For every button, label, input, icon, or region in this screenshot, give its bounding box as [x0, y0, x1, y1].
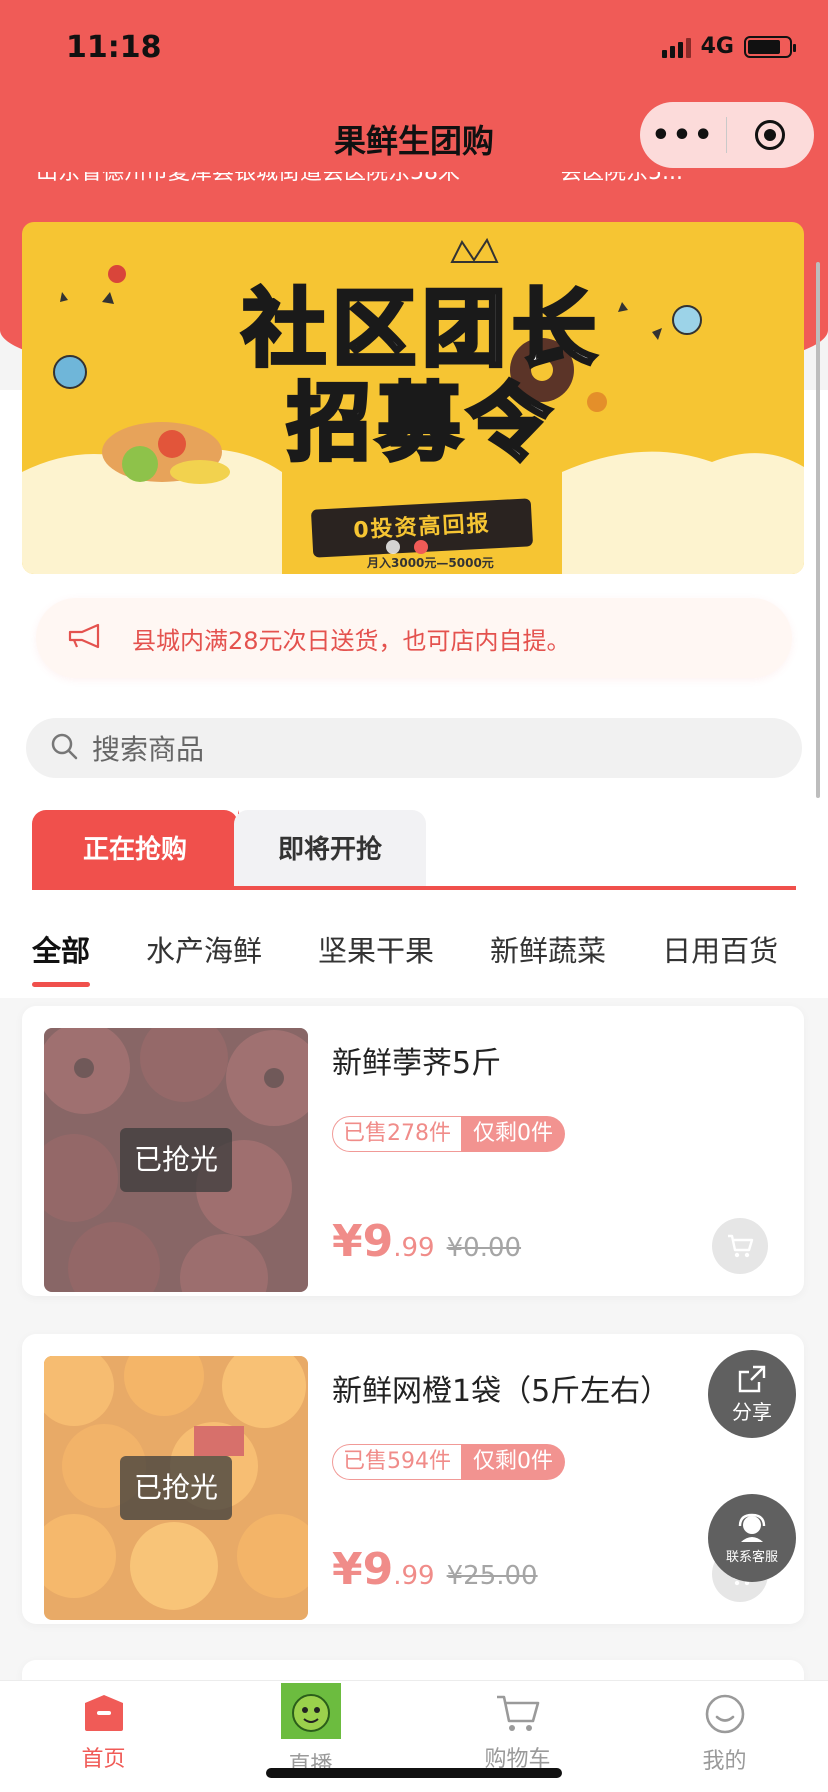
status-indicators: 4G: [661, 34, 796, 59]
sale-tabs: 正在抢购 即将开抢: [32, 810, 796, 890]
product-image[interactable]: 已抢光: [44, 1028, 308, 1292]
category-active-indicator: [32, 982, 90, 987]
nav-home-label: 首页: [81, 1747, 126, 1772]
stock-badges: 已售278件 仅剩0件: [332, 1116, 565, 1152]
miniprogram-capsule: •••: [640, 102, 814, 168]
sold-count: 已售594件: [332, 1444, 461, 1480]
category-all[interactable]: 全部: [32, 928, 90, 970]
location-address-repeat: 会医院东5...: [560, 172, 683, 185]
banner-dot-active[interactable]: [414, 540, 428, 554]
headset-icon: [738, 1513, 766, 1542]
notice-text: 县城内满28元次日送货，也可店内自提。: [132, 626, 571, 655]
nav-profile-label: 我的: [702, 1749, 747, 1774]
customer-service-label: 联系客服: [725, 1549, 778, 1565]
tab-on-sale[interactable]: 正在抢购: [32, 810, 262, 890]
original-price: ¥25.00: [446, 1561, 538, 1591]
add-to-cart-button[interactable]: [712, 1218, 768, 1274]
price-integer: 9: [362, 1216, 394, 1267]
banner-subtitle: 月入3000元—5000元: [367, 556, 494, 570]
nav-home[interactable]: 首页: [0, 1681, 207, 1792]
share-label: 分享: [732, 1399, 772, 1424]
network-type: 4G: [700, 34, 734, 59]
category-vegetables[interactable]: 新鲜蔬菜: [490, 928, 606, 970]
status-time: 11:18: [66, 30, 162, 65]
location-address: 山东省德州市夏津县银城街道会医院东58米: [36, 172, 460, 185]
customer-service-button[interactable]: 联系客服: [708, 1494, 796, 1582]
more-menu-button[interactable]: •••: [640, 118, 726, 153]
promo-banner[interactable]: 社区团长 招募令 0投资高回报 月入3000元—5000元: [22, 222, 804, 574]
price-decimal: .99: [393, 1561, 435, 1591]
search-input[interactable]: 搜索商品: [26, 718, 802, 778]
stock-badges: 已售594件 仅剩0件: [332, 1444, 565, 1480]
banner-pagination: [386, 540, 428, 554]
close-miniprogram-button[interactable]: [727, 120, 813, 150]
sold-out-badge: 已抢光: [120, 1456, 232, 1520]
product-name[interactable]: 新鲜网橙1袋（5斤左右）: [332, 1366, 670, 1410]
category-tabs: 全部 水产海鲜 坚果干果 新鲜蔬菜 日用百货: [32, 928, 828, 970]
address-bar[interactable]: 山东省德州市夏津县银城街道会医院东58米 会医院东5...: [36, 172, 828, 194]
target-icon: [755, 120, 785, 150]
live-icon: [280, 1683, 341, 1739]
banner-title-line1: 社区团长: [240, 280, 602, 378]
scrollbar[interactable]: [816, 262, 820, 798]
category-nuts[interactable]: 坚果干果: [318, 928, 434, 970]
product-name[interactable]: 新鲜荸荠5斤: [332, 1038, 501, 1082]
battery-icon: [744, 35, 796, 58]
signal-icon: [661, 36, 691, 58]
home-icon: [84, 1695, 123, 1731]
sold-count: 已售278件: [332, 1116, 461, 1152]
remaining-count: 仅剩0件: [461, 1116, 565, 1152]
tab-coming-soon[interactable]: 即将开抢: [234, 810, 426, 890]
product-price: ¥ 9 .99 ¥25.00: [332, 1544, 538, 1595]
product-image[interactable]: 已抢光: [44, 1356, 308, 1620]
nav-profile[interactable]: 我的: [621, 1681, 828, 1792]
share-icon: [738, 1365, 766, 1392]
cart-icon: [496, 1695, 539, 1731]
category-daily-goods[interactable]: 日用百货: [662, 928, 778, 970]
cart-icon: [728, 1234, 754, 1258]
price-decimal: .99: [393, 1233, 435, 1263]
search-icon: [50, 732, 78, 764]
tabs-underline: [32, 886, 796, 890]
sold-out-badge: 已抢光: [120, 1128, 232, 1192]
product-card[interactable]: 已抢光 新鲜荸荠5斤 已售278件 仅剩0件 ¥ 9 .99 ¥0.00: [22, 1006, 804, 1296]
banner-dot[interactable]: [386, 540, 400, 554]
currency-symbol: ¥: [332, 1216, 363, 1267]
search-placeholder: 搜索商品: [92, 733, 205, 766]
notice-bar: 县城内满28元次日送货，也可店内自提。: [36, 598, 792, 678]
banner-title-line2: 招募令: [285, 374, 557, 472]
price-integer: 9: [362, 1544, 394, 1595]
megaphone-icon: [68, 623, 110, 653]
currency-symbol: ¥: [332, 1544, 363, 1595]
remaining-count: 仅剩0件: [461, 1444, 565, 1480]
profile-icon: [705, 1694, 744, 1734]
home-indicator[interactable]: [266, 1768, 562, 1778]
product-price: ¥ 9 .99 ¥0.00: [332, 1216, 521, 1267]
original-price: ¥0.00: [446, 1233, 522, 1263]
product-card[interactable]: 已抢光 新鲜网橙1袋（5斤左右） 已售594件 仅剩0件 ¥ 9 .99 ¥25…: [22, 1334, 804, 1624]
category-seafood[interactable]: 水产海鲜: [146, 928, 262, 970]
share-button[interactable]: 分享: [708, 1350, 796, 1438]
banner-title: 社区团长 招募令: [222, 280, 622, 472]
